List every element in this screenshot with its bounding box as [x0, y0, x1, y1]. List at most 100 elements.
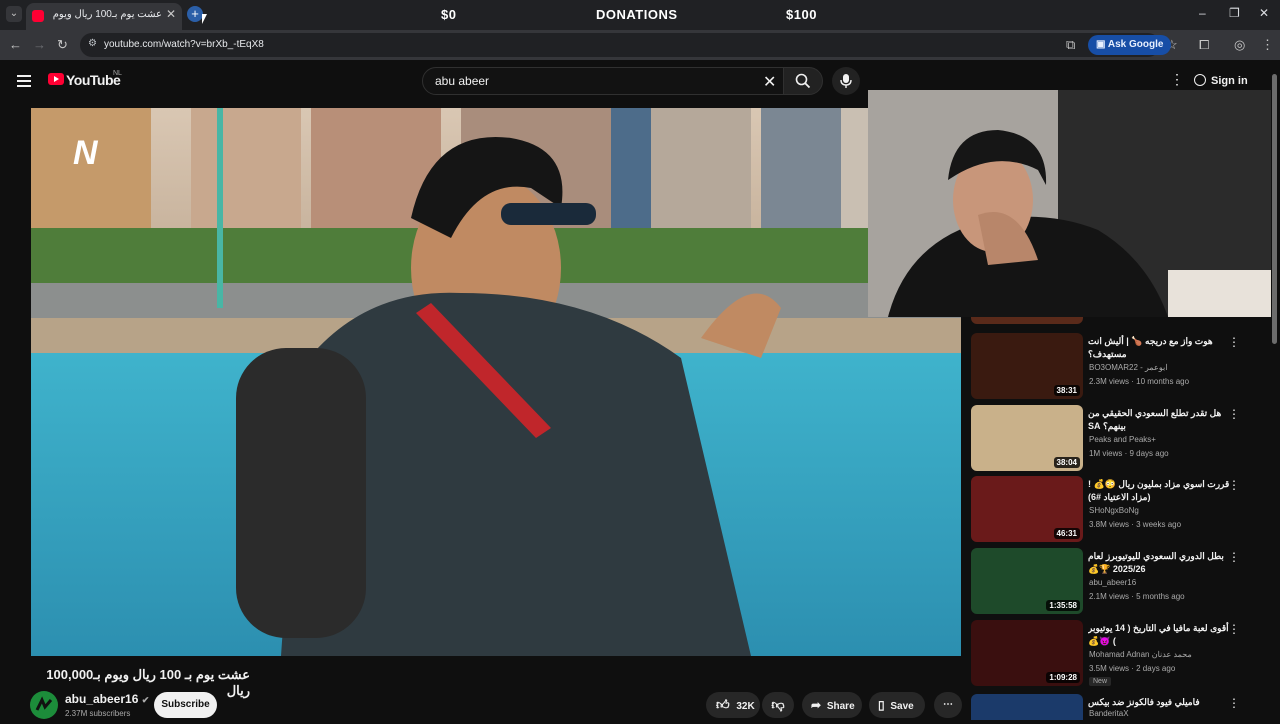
youtube-logo-icon[interactable] [48, 73, 64, 85]
browser-tab-active[interactable]: عشت يوم بـ100 ريال ويوم بـ100 ✕ [26, 3, 182, 30]
video-thumbnail[interactable]: 1:35:58 [971, 548, 1083, 614]
recommendation-item[interactable]: 46:31 قررت اسوي مزاد بمليون ريال 😳💰 ! (م… [971, 476, 1261, 544]
recommendation-title[interactable]: بطل الدوري السعودي لليوتيوبرز لعام 2025/… [1088, 550, 1230, 576]
voice-search-button[interactable] [832, 67, 860, 95]
video-thumbnail[interactable]: 38:31 [971, 333, 1083, 399]
recommendation-meta: 3.5M views · 2 days ago [1089, 664, 1176, 673]
previous-thumbnail-edge[interactable] [971, 317, 1083, 324]
recommendation-channel[interactable]: BO3OMAR22 - ابوعمر [1089, 363, 1167, 372]
save-label: Save [890, 701, 914, 712]
channel-watermark-logo: N [73, 134, 98, 172]
more-horizontal-icon: ⋯ [943, 699, 953, 710]
recommendation-item[interactable]: 38:31 هوت واز مع دريجه 🍗 | أليش انت مسته… [971, 333, 1261, 401]
recommendation-item[interactable]: 38:04 هل تقدر تطلع السعودي الحقيقي من بي… [971, 405, 1261, 473]
video-duration: 1:09:28 [1046, 672, 1080, 683]
page-scrollbar[interactable] [1271, 68, 1278, 348]
recommendation-title[interactable]: هوت واز مع دريجه 🍗 | أليش انت مستهدف؟ [1088, 335, 1230, 361]
forward-arrow-icon[interactable]: → [33, 37, 46, 52]
more-options-icon[interactable]: ⋮ [1228, 407, 1240, 421]
ask-google-button[interactable]: ▣ Ask Google [1088, 35, 1172, 55]
google-lens-icon: ▣ [1096, 39, 1108, 50]
thumbs-up-icon: 👍︎ [716, 697, 730, 712]
recommendation-item[interactable]: 1:35:58 بطل الدوري السعودي لليوتيوبرز لع… [971, 548, 1261, 616]
donation-current-amount: $0 [441, 7, 457, 22]
save-button[interactable]: ▯ Save [869, 692, 925, 718]
more-options-icon[interactable]: ⋮ [1228, 550, 1240, 564]
video-thumbnail[interactable]: 1:09:28 [971, 620, 1083, 686]
subscriber-count: 2.37M subscribers [65, 709, 131, 718]
bookmark-icon: ▯ [878, 698, 885, 712]
new-tab-button[interactable]: + [187, 6, 203, 22]
share-button[interactable]: ➦ Share [802, 692, 862, 718]
recommendation-channel[interactable]: SHoNgxBoNg [1089, 506, 1139, 515]
search-button[interactable] [783, 67, 823, 95]
more-actions-button[interactable]: ⋯ [934, 692, 962, 718]
donation-label: DONATIONS [596, 7, 678, 22]
scrollbar-thumb[interactable] [1272, 74, 1277, 344]
recommendation-title[interactable]: فاميلي فيود فالكونز ضد بيكس [1088, 696, 1230, 709]
restore-window-icon[interactable]: ❐ [1229, 6, 1240, 20]
search-icon [795, 73, 811, 89]
video-duration: 38:31 [1053, 385, 1080, 396]
tab-search-chevron-icon[interactable]: ⌄ [6, 6, 22, 22]
recommendation-title[interactable]: هل تقدر تطلع السعودي الحقيقي من بينهم؟ S… [1088, 407, 1230, 433]
close-window-icon[interactable]: ✕ [1259, 6, 1269, 20]
recommendation-channel[interactable]: BanderitaX [1089, 709, 1129, 718]
more-options-icon[interactable]: ⋮ [1228, 696, 1240, 710]
recommendation-meta: 3.8M views · 3 weeks ago [1089, 520, 1182, 529]
back-arrow-icon[interactable]: ← [9, 37, 22, 52]
channel-name[interactable]: abu_abeer16 ✔ [65, 692, 149, 706]
video-thumbnail[interactable] [971, 694, 1083, 720]
site-info-icon[interactable]: ⚙ [88, 38, 97, 49]
recommendation-item[interactable]: فاميلي فيود فالكونز ضد بيكس BanderitaX ⋮ [971, 694, 1261, 720]
tab-close-icon[interactable]: ✕ [166, 7, 176, 21]
clear-search-icon[interactable]: ✕ [763, 72, 776, 92]
recommendation-meta: 1M views · 9 days ago [1089, 449, 1169, 458]
new-badge: New [1089, 677, 1112, 686]
recommendation-title[interactable]: قررت اسوي مزاد بمليون ريال 😳💰 ! (مزاد ال… [1088, 478, 1230, 504]
account-icon [1194, 74, 1206, 86]
recommendation-meta: 2.3M views · 10 months ago [1089, 377, 1190, 386]
video-thumbnail[interactable]: 46:31 [971, 476, 1083, 542]
mouse-cursor-icon [202, 14, 207, 24]
install-app-icon[interactable]: ⧉ [1066, 37, 1075, 53]
video-duration: 38:04 [1053, 457, 1080, 468]
donation-goal-amount: $100 [786, 7, 817, 22]
recommendation-channel[interactable]: Peaks and Peaks+ [1089, 435, 1156, 444]
video-player[interactable]: N [31, 108, 961, 656]
more-options-icon[interactable]: ⋮ [1228, 335, 1240, 349]
recommendation-title[interactable]: أقوى لعبة مافيا في التاريخ ( 14 يوتيوبر … [1088, 622, 1230, 648]
extensions-icon[interactable]: ⧠ [1199, 37, 1209, 53]
browser-menu-icon[interactable]: ⋮ [1261, 37, 1274, 53]
minimize-window-icon[interactable]: – [1199, 6, 1206, 20]
share-label: Share [826, 701, 855, 712]
settings-more-icon[interactable]: ⋮ [1170, 71, 1184, 88]
recommendation-item[interactable]: 1:09:28 أقوى لعبة مافيا في التاريخ ( 14 … [971, 620, 1261, 688]
search-input[interactable]: abu abeer ✕ [422, 67, 784, 95]
recommendation-channel[interactable]: Mohamad Adnan محمد عدنان [1089, 650, 1192, 659]
hamburger-menu-icon[interactable] [17, 75, 31, 90]
youtube-favicon-icon [32, 10, 44, 22]
tab-title: عشت يوم بـ100 ريال ويوم بـ100 [50, 9, 162, 20]
subscribe-button[interactable]: Subscribe [154, 692, 217, 718]
reload-icon[interactable]: ↻ [57, 37, 68, 53]
profile-icon[interactable]: ◎ [1234, 37, 1245, 53]
region-code: NL [113, 70, 122, 77]
video-frame-image [31, 108, 961, 656]
thumbs-down-icon: 👎︎ [771, 697, 785, 712]
channel-avatar[interactable] [30, 691, 58, 719]
like-count: 32K [736, 701, 755, 712]
channel-logo-icon [35, 696, 53, 711]
more-options-icon[interactable]: ⋮ [1228, 478, 1240, 492]
address-bar[interactable]: ⚙ youtube.com/watch?v=brXb_-tEqX8 [80, 33, 1160, 57]
microphone-icon [840, 74, 852, 88]
more-options-icon[interactable]: ⋮ [1228, 622, 1240, 636]
dislike-button[interactable]: 👎︎ [762, 692, 794, 718]
recommendation-channel[interactable]: abu_abeer16 [1089, 578, 1136, 587]
video-duration: 46:31 [1053, 528, 1080, 539]
like-button[interactable]: 👍︎ 32K [706, 692, 760, 718]
channel-name-text[interactable]: abu_abeer16 [65, 692, 138, 706]
url-text[interactable]: youtube.com/watch?v=brXb_-tEqX8 [104, 39, 264, 50]
search-query[interactable]: abu abeer [435, 74, 489, 88]
video-thumbnail[interactable]: 38:04 [971, 405, 1083, 471]
